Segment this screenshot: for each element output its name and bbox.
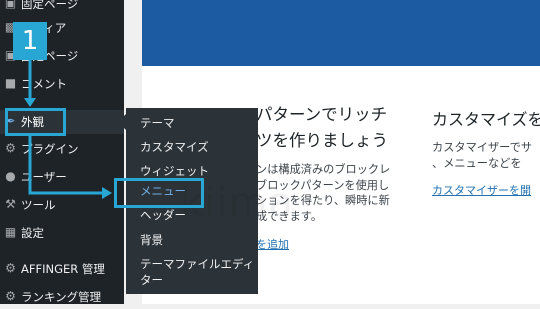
arrow-right-line bbox=[28, 136, 104, 195]
annotation-arrows bbox=[24, 60, 112, 199]
arrow-down-head bbox=[24, 98, 36, 107]
step-number-badge: 1 bbox=[13, 22, 47, 60]
arrow-right-head bbox=[102, 187, 112, 199]
